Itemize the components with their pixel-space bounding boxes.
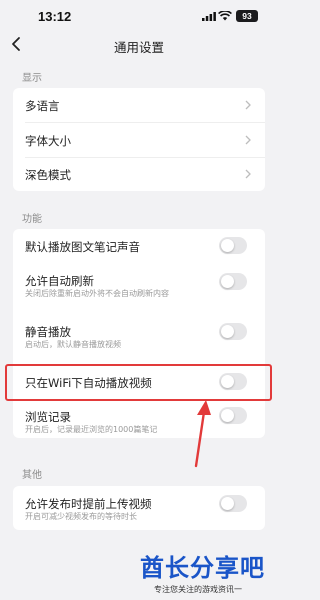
nav-bar: 通用设置 — [0, 30, 278, 62]
mute-play-toggle[interactable] — [219, 323, 247, 340]
status-bar: 13:12 93 — [0, 0, 278, 30]
battery-indicator: 93 — [236, 10, 258, 22]
setting-label: 静音播放 — [25, 325, 71, 339]
setting-row-mute-play: 静音播放 启动后，默认静音播放视频 — [13, 314, 265, 356]
watermark-logo: 酋长分享吧 — [140, 554, 265, 582]
setting-row-auto-refresh: 允许自动刷新 关闭后除重新启动外将不会自动刷新内容 — [13, 263, 265, 305]
setting-label: 默认播放图文笔记声音 — [25, 240, 140, 254]
chevron-right-icon — [245, 100, 251, 110]
setting-row-note-sound: 默认播放图文笔记声音 — [13, 229, 265, 263]
note-sound-toggle[interactable] — [219, 237, 247, 254]
setting-label: 允许自动刷新 — [25, 274, 94, 288]
section-label-features: 功能 — [22, 214, 42, 225]
browse-history-toggle[interactable] — [219, 407, 247, 424]
highlight-box — [5, 364, 272, 401]
page-title: 通用设置 — [113, 40, 164, 55]
arrow-icon — [194, 400, 211, 468]
watermark-tagline: 专注您关注的游戏资讯一 — [154, 585, 242, 594]
wifi-icon — [218, 11, 232, 21]
chevron-right-icon — [245, 135, 251, 145]
section-label-other: 其他 — [22, 470, 42, 481]
setting-description: 启动后，默认静音播放视频 — [25, 340, 121, 349]
setting-description: 开启后，记录最近浏览的1000篇笔记 — [25, 425, 158, 434]
preupload-video-toggle[interactable] — [219, 495, 247, 512]
setting-row-font-size[interactable]: 字体大小 — [13, 123, 265, 157]
signal-icon — [202, 12, 216, 21]
setting-description: 开启可减少视频发布的等待时长 — [25, 512, 137, 521]
setting-description: 关闭后除重新启动外将不会自动刷新内容 — [25, 289, 169, 298]
display-settings-card: 多语言 字体大小 深色模式 — [13, 88, 265, 191]
setting-label: 浏览记录 — [25, 410, 71, 424]
status-time: 13:12 — [38, 9, 72, 24]
feature-card-tail: 浏览记录 开启后，记录最近浏览的1000篇笔记 — [13, 400, 265, 438]
setting-row-dark-mode[interactable]: 深色模式 — [13, 157, 265, 191]
setting-label: 字体大小 — [25, 134, 71, 148]
chevron-right-icon — [245, 169, 251, 179]
other-settings-card: 允许发布时提前上传视频 开启可减少视频发布的等待时长 — [13, 486, 265, 530]
setting-label: 允许发布时提前上传视频 — [25, 497, 152, 511]
setting-row-language[interactable]: 多语言 — [13, 88, 265, 122]
auto-refresh-toggle[interactable] — [219, 273, 247, 290]
setting-row-preupload-video: 允许发布时提前上传视频 开启可减少视频发布的等待时长 — [13, 486, 265, 528]
section-label-display: 显示 — [22, 73, 42, 84]
setting-label: 深色模式 — [25, 168, 71, 182]
setting-label: 多语言 — [25, 99, 60, 113]
